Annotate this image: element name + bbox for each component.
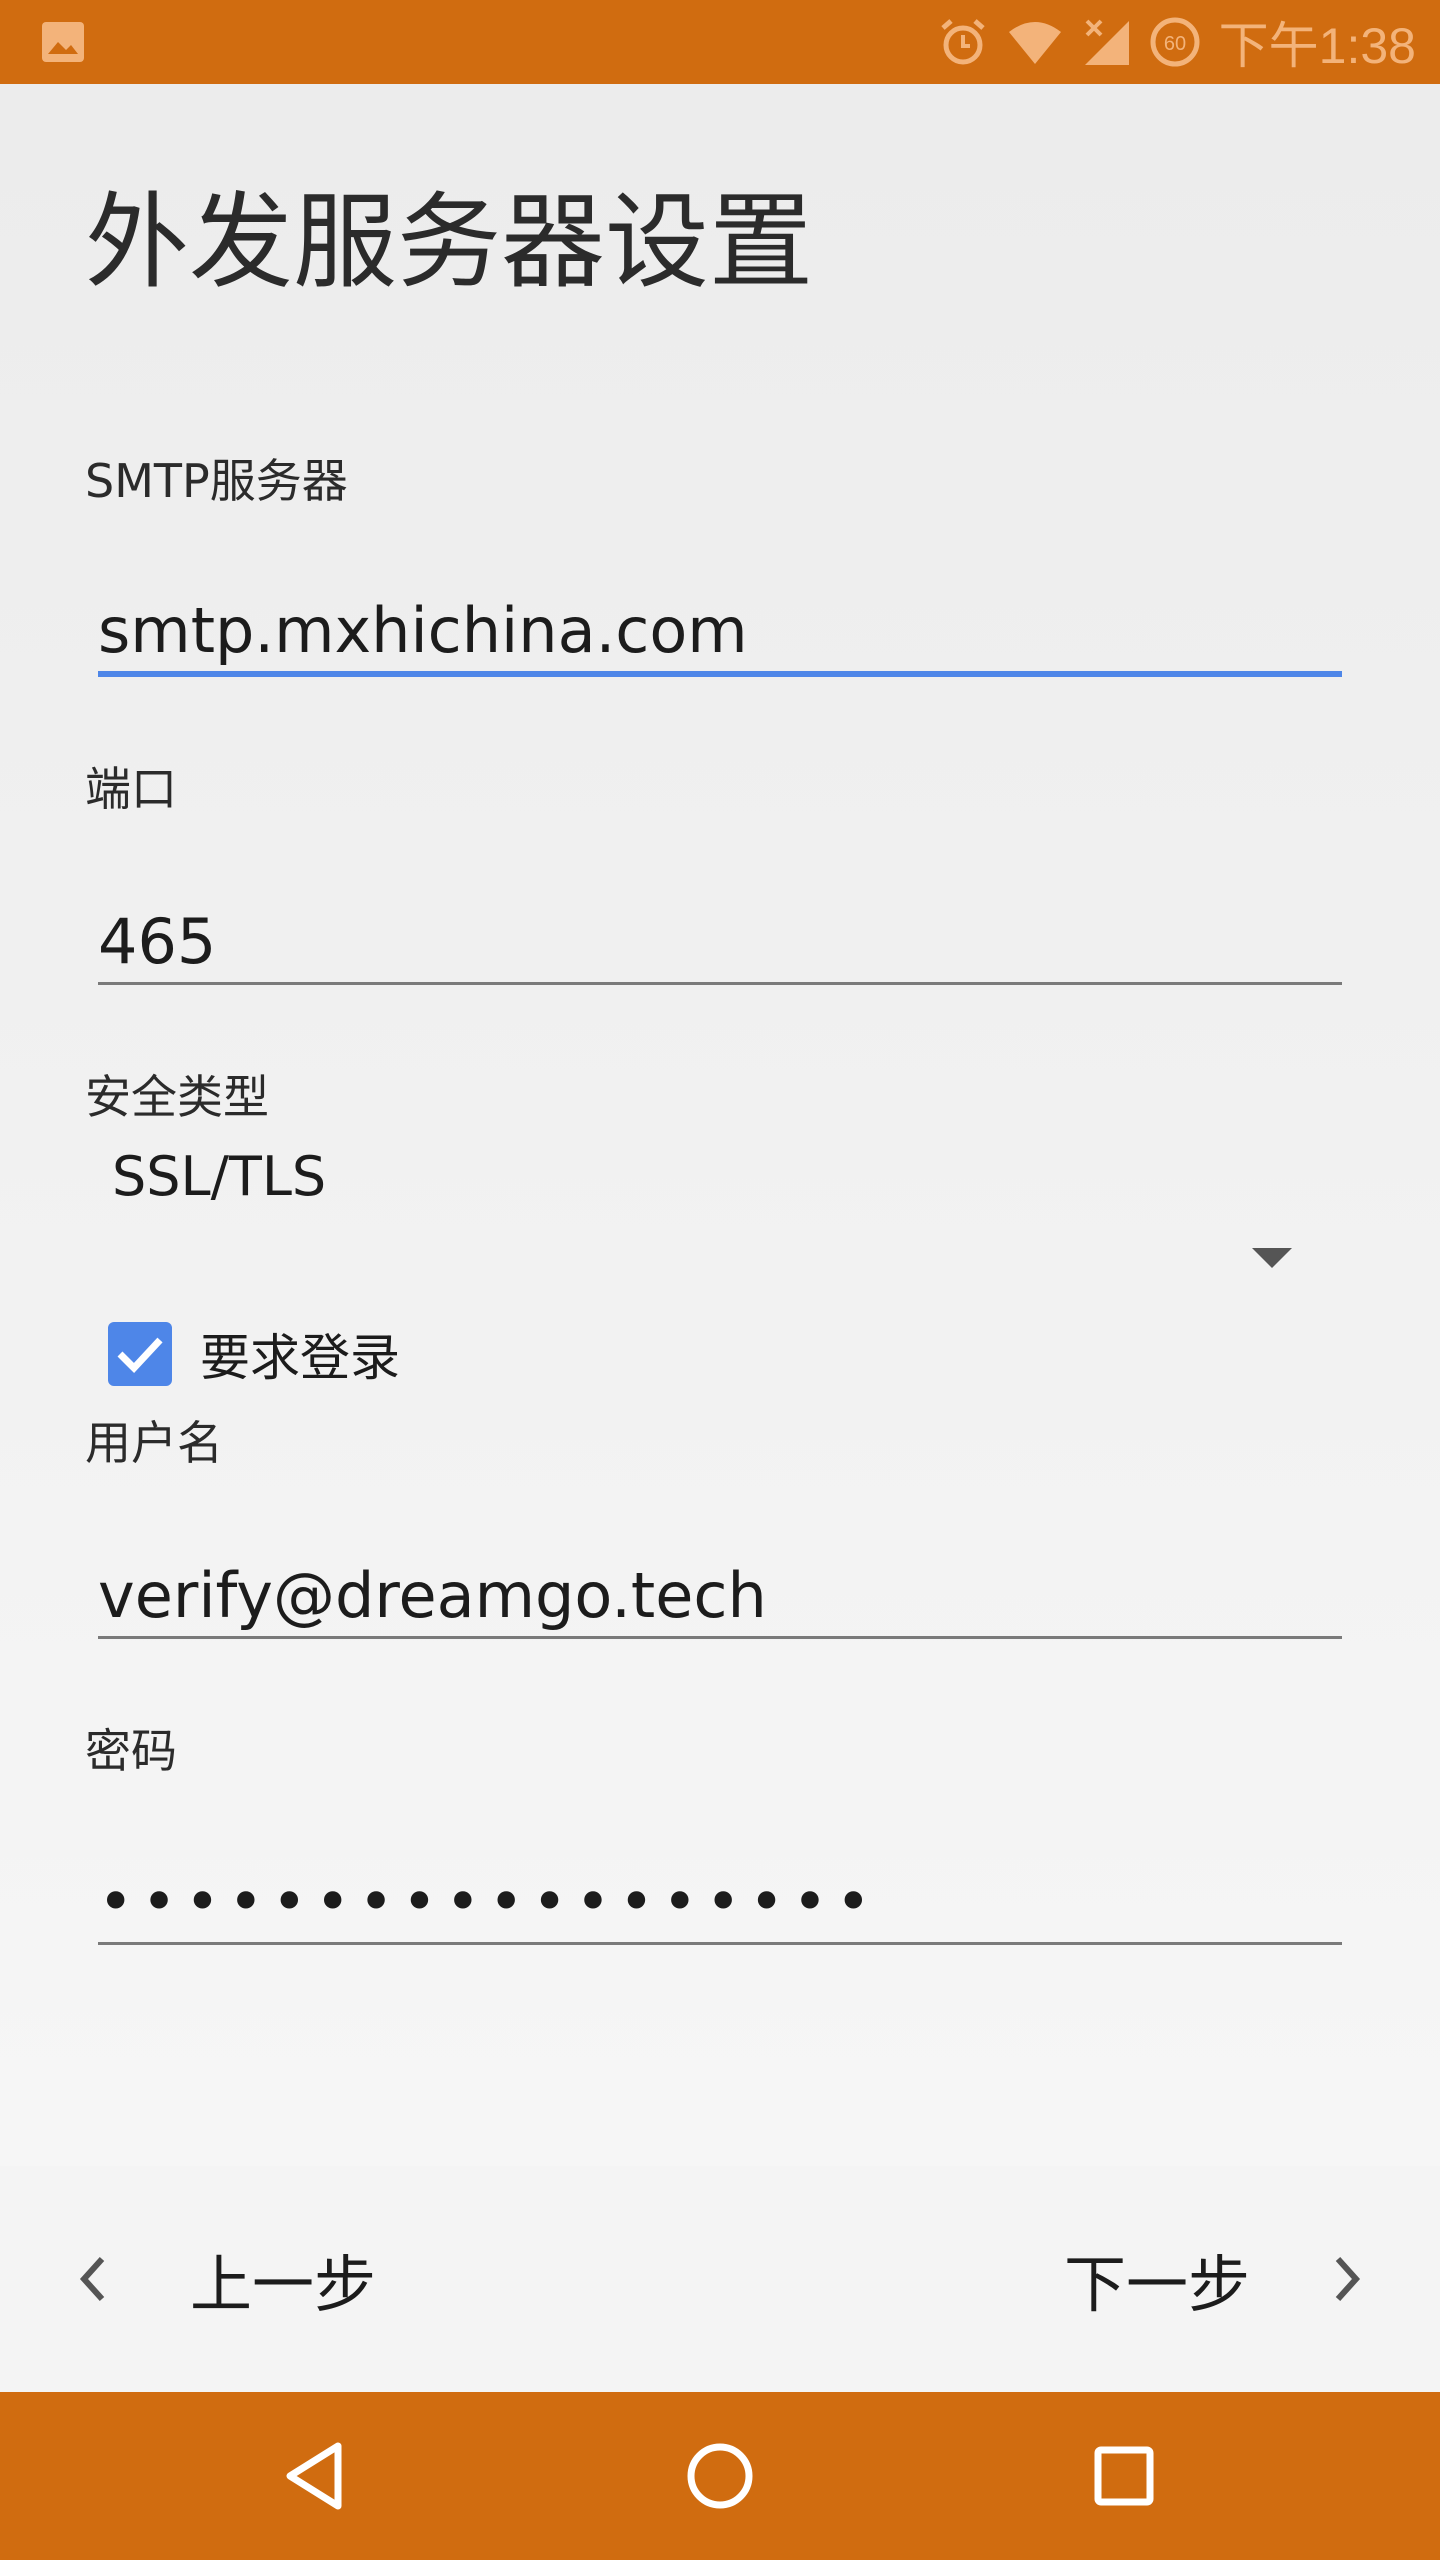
next-step-label: 下一步: [1063, 2248, 1250, 2321]
gallery-icon: [42, 22, 84, 62]
battery-saver-icon: 60: [1150, 17, 1200, 67]
wifi-icon: [1008, 22, 1061, 64]
smtp-server-label: SMTP服务器: [85, 454, 348, 508]
username-input[interactable]: verify@dreamgo.tech: [98, 1556, 1342, 1639]
previous-step-button[interactable]: 上一步: [78, 2166, 376, 2392]
recents-icon[interactable]: [1084, 2436, 1164, 2516]
require-login-label: 要求登录: [200, 1329, 400, 1387]
username-label: 用户名: [85, 1416, 223, 1470]
signal-icon: [1084, 19, 1129, 65]
port-input[interactable]: 465: [98, 902, 1342, 985]
alarm-icon: [941, 19, 985, 65]
bottom-action-bar: 上一步 下一步: [0, 2166, 1440, 2392]
system-navigation-bar: [0, 2392, 1440, 2560]
page-title: 外发服务器设置: [85, 181, 814, 303]
chevron-right-icon: [1335, 2256, 1361, 2302]
content-area: 外发服务器设置 SMTP服务器 smtp.mxhichina.com 端口 46…: [0, 84, 1440, 2166]
dropdown-arrow-icon: [1252, 1248, 1292, 1268]
security-type-value: SSL/TLS: [112, 1145, 327, 1208]
require-login-row[interactable]: 要求登录: [108, 1320, 400, 1388]
chevron-left-icon: [79, 2256, 105, 2302]
password-input[interactable]: ••••••••••••••••••: [98, 1862, 1342, 1945]
status-bar: 60 下午1:38: [0, 0, 1440, 84]
back-icon[interactable]: [276, 2436, 356, 2516]
smtp-server-input[interactable]: smtp.mxhichina.com: [98, 591, 1342, 677]
security-type-label: 安全类型: [85, 1070, 269, 1124]
next-step-button[interactable]: 下一步: [1064, 2166, 1362, 2392]
home-icon[interactable]: [680, 2436, 760, 2516]
svg-text:60: 60: [1164, 33, 1186, 55]
password-label: 密码: [85, 1724, 177, 1778]
security-type-select[interactable]: [85, 1214, 1345, 1304]
port-label: 端口: [85, 762, 177, 816]
status-time: 下午1:38: [1218, 18, 1416, 74]
require-login-checkbox[interactable]: [108, 1322, 172, 1386]
previous-step-label: 上一步: [190, 2248, 377, 2321]
check-icon: [117, 1337, 163, 1374]
